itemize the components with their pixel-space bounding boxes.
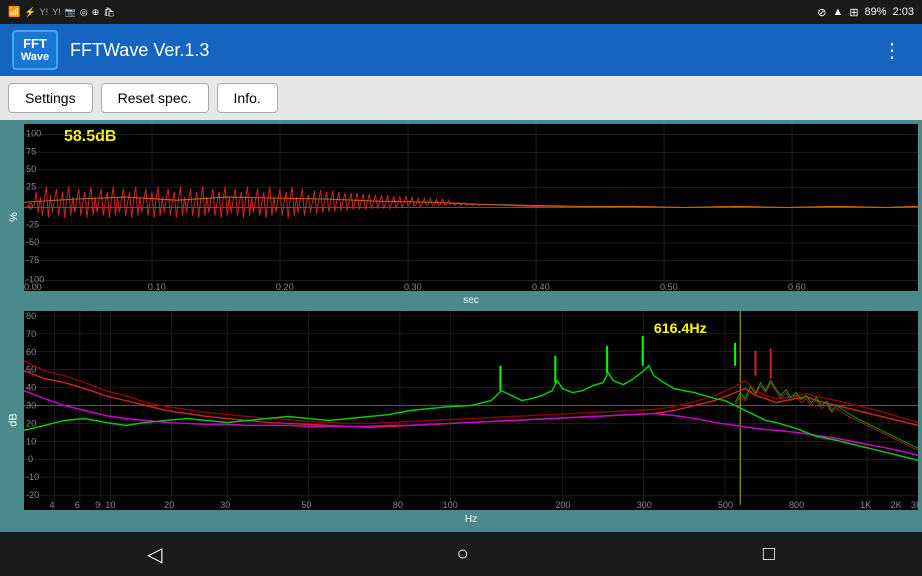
svg-text:70: 70 — [26, 329, 36, 339]
svg-text:0: 0 — [28, 454, 33, 464]
waveform-svg: 100 75 50 25 0 -25 -50 -75 -100 0.00 0.1… — [24, 124, 918, 291]
svg-text:20: 20 — [164, 500, 174, 510]
status-icon5: ⊕ — [92, 7, 100, 18]
fft-xlabel: Hz — [24, 510, 918, 528]
svg-text:0.60: 0.60 — [788, 282, 806, 291]
home-button[interactable]: ○ — [445, 539, 481, 570]
back-button[interactable]: ◁ — [135, 538, 174, 571]
waveform-chart-wrap: 58.5dB — [24, 124, 918, 309]
svg-text:30: 30 — [26, 401, 36, 411]
waveform-xlabel: sec — [24, 291, 918, 309]
status-right: ⊘ ▲ ⊞ 89% 2:03 — [817, 6, 914, 19]
svg-text:800: 800 — [789, 500, 804, 510]
fft-ylabel-text: dB — [8, 413, 20, 426]
yahoo-icon1: Y! — [40, 7, 49, 17]
battery-label: 89% — [865, 6, 887, 18]
status-icon3: 📷 — [65, 7, 76, 18]
svg-text:10: 10 — [26, 436, 36, 446]
signal-icon: ⊞ — [849, 6, 858, 19]
svg-text:0.40: 0.40 — [532, 282, 550, 291]
svg-text:6: 6 — [75, 500, 80, 510]
svg-text:0.10: 0.10 — [148, 282, 166, 291]
svg-text:75: 75 — [26, 146, 36, 156]
svg-text:100: 100 — [443, 500, 458, 510]
svg-text:-10: -10 — [26, 472, 39, 482]
svg-text:500: 500 — [718, 500, 733, 510]
app-icon-fft: FFT — [23, 37, 47, 51]
svg-text:80: 80 — [393, 500, 403, 510]
svg-text:-50: -50 — [26, 237, 39, 247]
status-icon6: 🛍 — [103, 7, 114, 18]
app-title: FFTWave Ver.1.3 — [70, 40, 874, 61]
waveform-ylabel-text: % — [8, 212, 20, 222]
svg-text:-20: -20 — [26, 490, 39, 500]
settings-button[interactable]: Settings — [8, 83, 93, 113]
svg-text:0.50: 0.50 — [660, 282, 678, 291]
info-button[interactable]: Info. — [217, 83, 278, 113]
svg-text:50: 50 — [26, 164, 36, 174]
app-icon-wave: Wave — [21, 51, 49, 63]
fft-ylabel: dB — [4, 311, 24, 528]
svg-text:300: 300 — [637, 500, 652, 510]
svg-text:-25: -25 — [26, 219, 39, 229]
svg-text:0.30: 0.30 — [404, 282, 422, 291]
svg-text:30: 30 — [220, 500, 230, 510]
fft-container: dB 80 70 — [4, 311, 918, 528]
toolbar: Settings Reset spec. Info. — [0, 76, 922, 120]
svg-text:0.20: 0.20 — [276, 282, 294, 291]
title-bar: FFT Wave FFTWave Ver.1.3 ⋮ — [0, 24, 922, 76]
notification-icon: 📶 — [8, 7, 20, 18]
svg-text:10: 10 — [105, 500, 115, 510]
svg-text:1K: 1K — [860, 500, 871, 510]
svg-text:25: 25 — [26, 182, 36, 192]
status-left-icons: 📶 ⚡ Y! Y! 📷 ◎ ⊕ 🛍 — [8, 7, 115, 18]
svg-text:100: 100 — [26, 128, 41, 138]
svg-text:200: 200 — [555, 500, 570, 510]
status-bar: 📶 ⚡ Y! Y! 📷 ◎ ⊕ 🛍 ⊘ ▲ ⊞ 89% 2:03 — [0, 0, 922, 24]
svg-text:0.00: 0.00 — [24, 282, 42, 291]
svg-text:2K: 2K — [891, 500, 902, 510]
waveform-xlabel-text: sec — [463, 295, 479, 306]
svg-text:40: 40 — [26, 383, 36, 393]
fft-chart-wrap: 80 70 60 50 40 30 20 10 0 -10 -20 — [24, 311, 918, 528]
waveform-canvas[interactable]: 58.5dB — [24, 124, 918, 291]
svg-text:50: 50 — [301, 500, 311, 510]
status-icon4: ◎ — [80, 7, 88, 18]
wifi-strength-icon: ▲ — [832, 6, 843, 18]
waveform-ylabel: % — [4, 124, 24, 309]
wifi-icon: ⚡ — [24, 7, 35, 18]
app-icon: FFT Wave — [12, 30, 58, 70]
reset-spec-button[interactable]: Reset spec. — [101, 83, 209, 113]
svg-text:-75: -75 — [26, 255, 39, 265]
fft-canvas[interactable]: 80 70 60 50 40 30 20 10 0 -10 -20 — [24, 311, 918, 510]
svg-text:4: 4 — [49, 500, 54, 510]
fft-xlabel-text: Hz — [465, 514, 477, 525]
time-label: 2:03 — [893, 6, 914, 18]
waveform-container: % 58.5dB — [4, 124, 918, 309]
svg-text:616.4Hz: 616.4Hz — [654, 320, 707, 336]
yahoo-icon2: Y! — [52, 7, 61, 17]
svg-text:80: 80 — [26, 311, 36, 321]
menu-button[interactable]: ⋮ — [874, 34, 910, 67]
nav-bar: ◁ ○ □ — [0, 532, 922, 576]
fft-svg: 80 70 60 50 40 30 20 10 0 -10 -20 — [24, 311, 918, 510]
svg-text:3K: 3K — [911, 500, 918, 510]
svg-text:20: 20 — [26, 419, 36, 429]
svg-text:60: 60 — [26, 347, 36, 357]
no-sim-icon: ⊘ — [817, 6, 826, 19]
charts-area: % 58.5dB — [0, 120, 922, 532]
svg-text:9: 9 — [95, 500, 100, 510]
recent-button[interactable]: □ — [751, 539, 787, 570]
